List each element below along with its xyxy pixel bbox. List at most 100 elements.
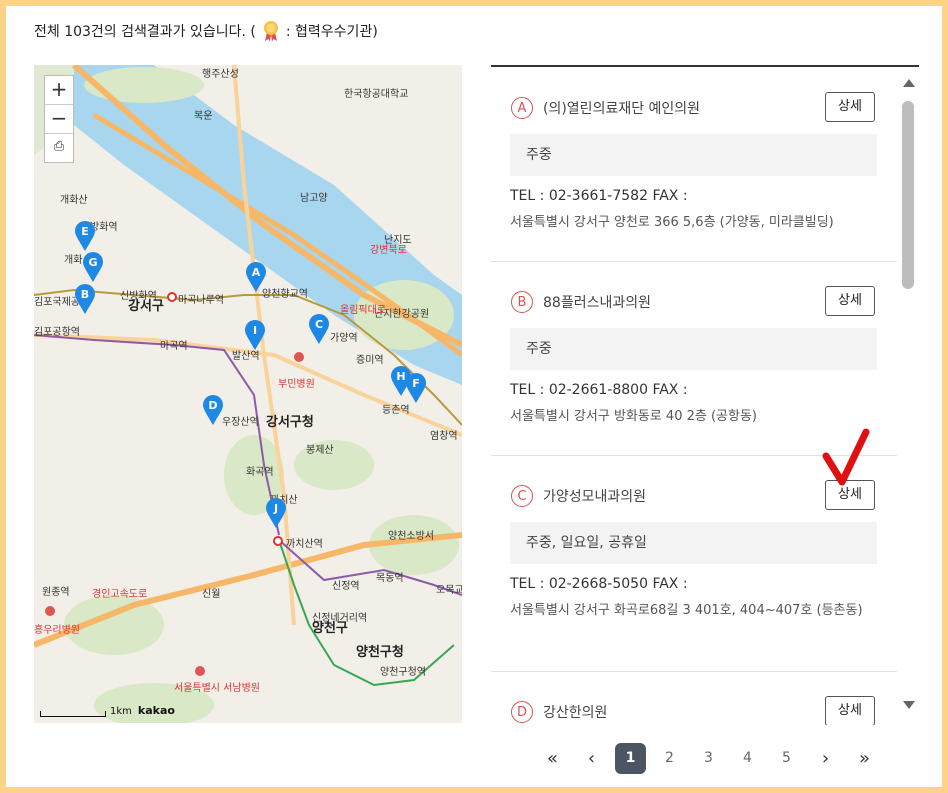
page-button[interactable]: 3 [693,743,724,774]
scroll-down-icon[interactable] [903,701,915,709]
map-label: 양천향교역 [262,289,308,300]
item-name[interactable]: 88플러스내과의원 [543,292,651,312]
item-letter-badge: C [511,485,533,507]
marker-letter: C [314,318,324,331]
last-page-button[interactable]: » [849,743,880,774]
checkmark-annotation-icon [822,428,870,486]
summary-text-before: 전체 103건의 검색결과가 있습니다. ( [34,24,256,40]
prev-page-button[interactable]: ‹ [576,743,607,774]
item-heading: C 가양성모내과의원 [511,485,646,507]
map-label: 개화 [64,255,83,266]
item-hours: 주중 [510,328,877,370]
map-label: 개화산 [60,195,88,206]
page-button[interactable]: 4 [732,743,763,774]
map-label: 신정역 [332,581,360,592]
map-marker-g[interactable]: G [82,252,104,282]
marker-letter: A [251,266,261,279]
first-page-button[interactable]: « [537,743,568,774]
scroll-thumb[interactable] [902,101,914,289]
page-button[interactable]: 1 [615,743,646,774]
map-label: 염창역 [430,431,458,442]
zoom-in-button[interactable]: + [45,76,73,105]
map-label: 한국항공대학교 [344,89,409,100]
map-label: 신정네거리역 [312,613,368,624]
map-label: 우장산역 [222,417,259,428]
scale-label: 1km [110,706,132,717]
search-summary: 전체 103건의 검색결과가 있습니다. ( : 협력우수기관) [34,20,378,42]
scale-bar [40,711,106,717]
map-label: 신월 [202,589,221,600]
map-label: 원종역 [42,587,70,598]
item-heading: A (의)열린의료재단 예인의원 [511,97,700,119]
map-zoom-control: + − ⎙ [44,75,74,163]
next-page-button[interactable]: › [810,743,841,774]
hospital-list: A (의)열린의료재단 예인의원 상세 주중 TEL : 02-3661-758… [491,65,919,725]
map-marker-h[interactable]: H [390,366,412,396]
list-scrollbar[interactable] [899,65,919,723]
item-name[interactable]: 강산한의원 [543,702,607,722]
marker-letter: J [273,502,279,515]
pagination: « ‹ 1 2 3 4 5 › » [533,743,884,774]
map-label: 흥우리병원 [34,625,80,636]
award-medal-icon [263,21,278,42]
detail-button[interactable]: 상세 [825,92,875,122]
map-label: 마곡역 [160,341,188,352]
item-letter-badge: D [511,701,533,723]
detail-button[interactable]: 상세 [825,286,875,316]
item-heading: D 강산한의원 [511,701,607,723]
detail-button[interactable]: 상세 [825,696,875,725]
map-label: 화곡역 [246,467,274,478]
item-name[interactable]: 가양성모내과의원 [543,486,646,506]
list-item: D 강산한의원 상세 [491,671,897,725]
map-label: 부민병원 [278,379,315,390]
list-item: A (의)열린의료재단 예인의원 상세 주중 TEL : 02-3661-758… [491,67,897,262]
map-marker-j[interactable]: J [265,498,287,528]
map-marker-e[interactable]: E [74,221,96,251]
map-marker-c[interactable]: C [308,314,330,344]
map-label: 양천소방서 [388,531,434,542]
scroll-up-icon[interactable] [903,79,915,87]
item-name[interactable]: (의)열린의료재단 예인의원 [543,98,700,118]
marker-letter: D [208,399,218,412]
item-hours: 주중, 일요일, 공휴일 [510,522,877,564]
map-label: 강서구청 [266,415,314,430]
item-hours: 주중 [510,134,877,176]
item-tel: TEL : 02-2661-8800 FAX : [510,382,688,398]
marker-letter: G [88,256,98,269]
map-marker-b[interactable]: B [74,284,96,314]
map-marker-i[interactable]: I [244,320,266,350]
map-marker-d[interactable]: D [202,395,224,425]
page-button[interactable]: 2 [654,743,685,774]
map-label: 강서구 [128,299,164,314]
map-marker-a[interactable]: A [245,262,267,292]
page-button[interactable]: 5 [771,743,802,774]
map-label: 봉제산 [306,445,334,456]
map-label: 올림픽대로 [340,305,386,316]
item-letter-badge: A [511,97,533,119]
map-brand: kakao [137,704,175,717]
item-tel: TEL : 02-3661-7582 FAX : [510,188,688,204]
map-label: 복운 [194,111,213,122]
map-label: 남고양 [300,193,328,204]
map-label: 김포공항역 [34,327,80,338]
map-view[interactable]: + − ⎙ 행주산성 개화산 방화역 개화 신방화역 마곡나루역 강서구 김포국… [34,65,462,723]
printer-icon[interactable]: ⎙ [45,134,73,162]
map-label: 등촌역 [382,405,410,416]
marker-letter: I [252,324,258,337]
map-label: 오목교 [436,585,462,596]
marker-letter: H [396,370,406,383]
map-label: 서울특별시 서남병원 [174,683,260,694]
item-address: 서울특별시 강서구 화곡로68길 3 401호, 404~407호 (등촌동) [510,603,863,618]
zoom-out-button[interactable]: − [45,105,73,134]
map-scale: 1km kakao [40,704,175,717]
item-address: 서울특별시 강서구 방화동로 40 2층 (공항동) [510,409,757,424]
list-item: B 88플러스내과의원 상세 주중 TEL : 02-2661-8800 FAX… [491,261,897,456]
map-label: 경인고속도로 [92,589,148,600]
map-label: 양천구청역 [380,667,426,678]
item-address: 서울특별시 강서구 양천로 366 5,6층 (가양동, 미라클빌딩) [510,215,834,230]
map-label: 증미역 [356,355,384,366]
marker-letter: E [81,225,89,238]
item-letter-badge: B [511,291,533,313]
map-label: 까치산역 [286,539,323,550]
map-label: 목동역 [376,573,404,584]
